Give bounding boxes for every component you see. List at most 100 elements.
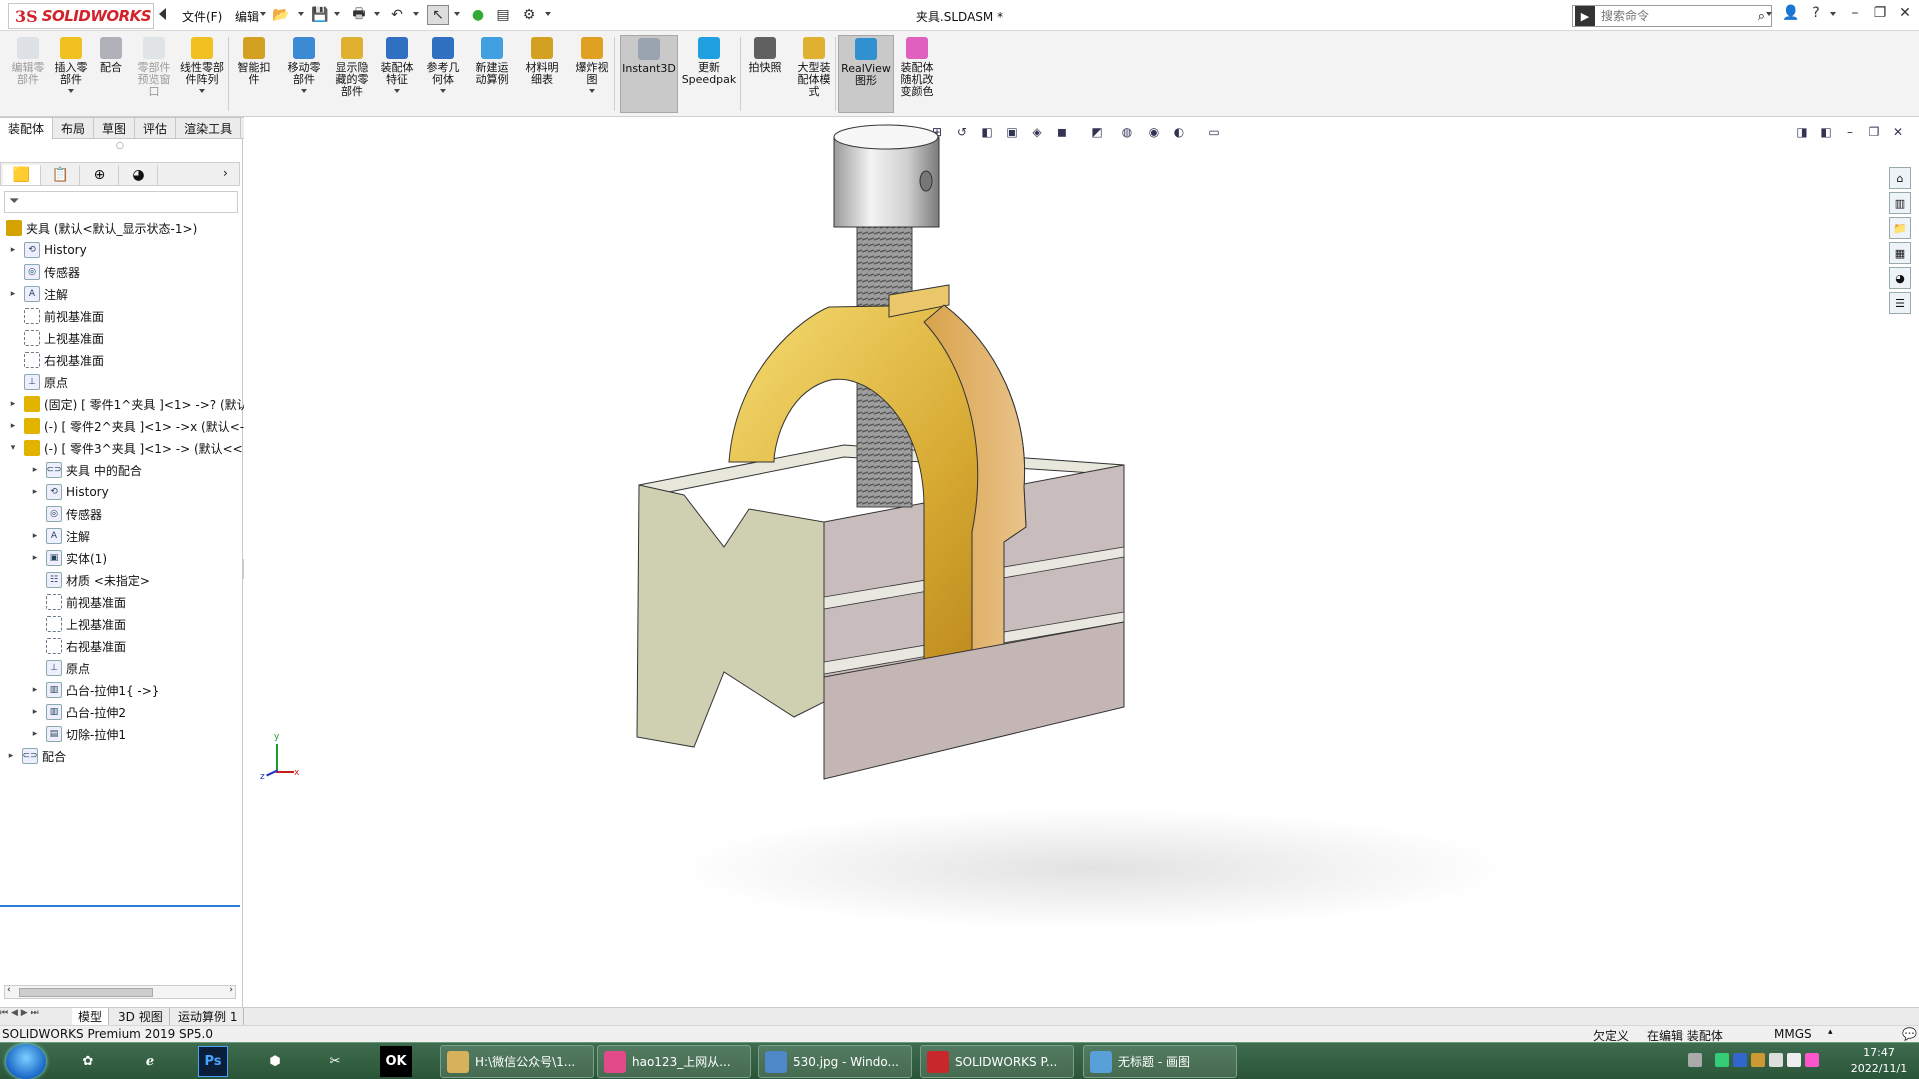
tab-nav-arrows-icon[interactable]: ⏮ ◀ ▶ ⏭ <box>0 1008 70 1025</box>
tree-item[interactable]: 右视基准面 <box>30 637 126 655</box>
tree-item[interactable]: ▸ (固定) [ 零件1^夹具 ]<1> ->? (默认 <box>8 395 249 413</box>
user-account-icon[interactable]: 👤 <box>1780 5 1802 25</box>
ribbon-button-1[interactable]: 插入零 部件 <box>50 35 92 113</box>
command-search[interactable]: ▶ ⌕ <box>1572 5 1772 27</box>
ribbon-button-15[interactable]: 拍快照 <box>745 35 785 113</box>
ribbon-button-13[interactable]: Instant3D <box>620 35 678 113</box>
ribbon-button-18[interactable]: 装配体 随机改 变颜色 <box>893 35 941 113</box>
ribbon-button-12[interactable]: 爆炸视图 <box>570 35 614 113</box>
taskbar-task[interactable]: hao123_上网从... <box>597 1045 751 1078</box>
tree-horizontal-scrollbar[interactable]: ‹ › <box>4 985 236 999</box>
taskbar-task[interactable]: H:\微信公众号\1... <box>440 1045 594 1078</box>
tree-item[interactable]: ▸ ⟲ History <box>30 483 109 501</box>
minimize-icon[interactable]: – <box>1844 5 1866 25</box>
tab-motion-study[interactable]: 运动算例 1 <box>172 1008 245 1025</box>
ribbon-dropdown-arrow-icon[interactable] <box>440 89 446 93</box>
restore-icon[interactable]: ❐ <box>1869 5 1891 25</box>
scrollbar-thumb[interactable] <box>19 988 153 997</box>
collapsed-caret-icon[interactable]: ▸ <box>30 685 40 695</box>
command-tab-2[interactable]: 草图 <box>94 117 136 139</box>
pinned-app-icon-5[interactable]: ✂ <box>315 1046 355 1077</box>
tab-3d-views[interactable]: 3D 视图 <box>112 1008 170 1025</box>
tray-volume-icon[interactable] <box>1787 1053 1801 1067</box>
ribbon-button-6[interactable]: 移动零 部件 <box>281 35 327 113</box>
tree-item[interactable]: ⊥ 原点 <box>30 659 90 677</box>
ribbon-dropdown-arrow-icon[interactable] <box>68 89 74 93</box>
search-input[interactable] <box>1595 9 1735 23</box>
tray-keyboard-icon[interactable] <box>1688 1053 1702 1067</box>
pinned-app-icon-6[interactable]: OK <box>380 1046 412 1077</box>
command-tab-3[interactable]: 评估 <box>135 117 177 139</box>
ribbon-button-4[interactable]: 线性零部 件阵列 <box>176 35 228 113</box>
tree-item[interactable]: ▸ (-) [ 零件2^夹具 ]<1> ->x (默认<- <box>8 417 244 435</box>
collapsed-caret-icon[interactable]: ▸ <box>8 245 18 255</box>
taskbar-task[interactable]: 530.jpg - Windo... <box>758 1045 912 1078</box>
tray-network-icon[interactable] <box>1769 1053 1783 1067</box>
search-icon[interactable]: ⌕ <box>1758 9 1765 24</box>
tree-item[interactable]: 前视基准面 <box>30 593 126 611</box>
tree-item[interactable]: 前视基准面 <box>8 307 104 325</box>
pinned-ie-icon[interactable]: ℯ <box>130 1046 170 1077</box>
units-dropdown-icon[interactable]: ▴ <box>1828 1027 1833 1037</box>
tree-item[interactable]: ◎ 传感器 <box>8 263 80 281</box>
tree-item[interactable]: ▸ A 注解 <box>30 527 90 545</box>
collapsed-caret-icon[interactable]: ▸ <box>30 707 40 717</box>
command-search-mode-icon[interactable]: ▶ <box>1575 6 1595 26</box>
collapsed-caret-icon[interactable]: ▸ <box>30 531 40 541</box>
start-button[interactable] <box>6 1044 46 1079</box>
tab-model[interactable]: 模型 <box>72 1008 110 1025</box>
tree-item[interactable]: ▸ ⊂⊃ 配合 <box>6 747 66 765</box>
tree-root-assembly[interactable]: 夹具 (默认<默认_显示状态-1>) <box>6 219 197 237</box>
collapsed-caret-icon[interactable]: ▸ <box>30 487 40 497</box>
ribbon-button-2[interactable]: 配合 <box>96 35 126 113</box>
collapsed-caret-icon[interactable]: ▸ <box>6 751 16 761</box>
expanded-caret-icon[interactable]: ▾ <box>8 443 18 453</box>
collapsed-caret-icon[interactable]: ▸ <box>8 421 18 431</box>
status-tooltip-icon[interactable]: 💬 <box>1902 1027 1917 1041</box>
tree-item[interactable]: 右视基准面 <box>8 351 104 369</box>
tabs-scroll-right-icon[interactable]: › <box>223 166 228 180</box>
tree-item[interactable]: ▾ (-) [ 零件3^夹具 ]<1> -> (默认<< <box>8 439 243 457</box>
tree-item[interactable]: ▸ ⟲ History <box>8 241 87 259</box>
tree-item[interactable]: ▸ ▣ 实体(1) <box>30 549 107 567</box>
ribbon-button-14[interactable]: 更新 Speedpak <box>680 35 738 113</box>
system-clock[interactable]: 17:47 2022/11/1 <box>1844 1045 1914 1077</box>
ribbon-button-3[interactable]: 零部件 预览窗口 <box>134 35 174 113</box>
ribbon-button-16[interactable]: 大型装 配体模式 <box>792 35 836 113</box>
ribbon-button-5[interactable]: 智能扣件 <box>234 35 274 113</box>
tree-item[interactable]: ▸ ▥ 凸台-拉伸2 <box>30 703 126 721</box>
ribbon-button-9[interactable]: 参考几 何体 <box>422 35 464 113</box>
pinned-app-icon-1[interactable]: ✿ <box>68 1046 108 1077</box>
command-tab-4[interactable]: 渲染工具 <box>176 117 242 139</box>
collapsed-caret-icon[interactable]: ▸ <box>30 553 40 563</box>
tray-app-icon-2[interactable] <box>1733 1053 1747 1067</box>
tree-filter[interactable]: ⏷ <box>4 191 238 213</box>
collapsed-caret-icon[interactable]: ▸ <box>30 729 40 739</box>
filter-funnel-icon[interactable]: ⏷ <box>9 194 19 209</box>
photoshop-icon[interactable]: Ps <box>198 1046 228 1077</box>
tree-item[interactable]: ▸ ▤ 切除-拉伸1 <box>30 725 126 743</box>
display-manager-tab-icon[interactable]: ◕ <box>120 165 158 185</box>
configuration-manager-tab-icon[interactable]: ⊕ <box>81 165 119 185</box>
help-dropdown-icon[interactable] <box>1830 12 1836 16</box>
ribbon-button-17[interactable]: RealView 图形 <box>838 35 894 113</box>
tree-rollback-bar[interactable] <box>0 905 240 907</box>
assembly-model[interactable] <box>244 117 1919 1007</box>
tray-app-icon-3[interactable] <box>1751 1053 1765 1067</box>
tree-item[interactable]: ⊥ 原点 <box>8 373 68 391</box>
ribbon-button-10[interactable]: 新建运 动算例 <box>470 35 514 113</box>
tray-app-icon-1[interactable] <box>1715 1053 1729 1067</box>
command-tab-0[interactable]: 装配体 <box>0 117 54 139</box>
scroll-left-icon[interactable]: ‹ <box>7 985 11 995</box>
panel-collapse-dot-icon[interactable]: ○ <box>116 141 124 151</box>
tree-item[interactable]: ▸ A 注解 <box>8 285 68 303</box>
ribbon-dropdown-arrow-icon[interactable] <box>394 89 400 93</box>
pinned-app-icon-4[interactable]: ⬢ <box>255 1046 295 1077</box>
tree-item[interactable]: 上视基准面 <box>8 329 104 347</box>
ribbon-dropdown-arrow-icon[interactable] <box>301 89 307 93</box>
ribbon-dropdown-arrow-icon[interactable] <box>589 89 595 93</box>
tree-item[interactable]: ▸ ⊂⊃ 夹具 中的配合 <box>30 461 142 479</box>
tree-item[interactable]: ◎ 传感器 <box>30 505 102 523</box>
collapsed-caret-icon[interactable]: ▸ <box>30 465 40 475</box>
status-units[interactable]: MMGS <box>1774 1027 1812 1041</box>
